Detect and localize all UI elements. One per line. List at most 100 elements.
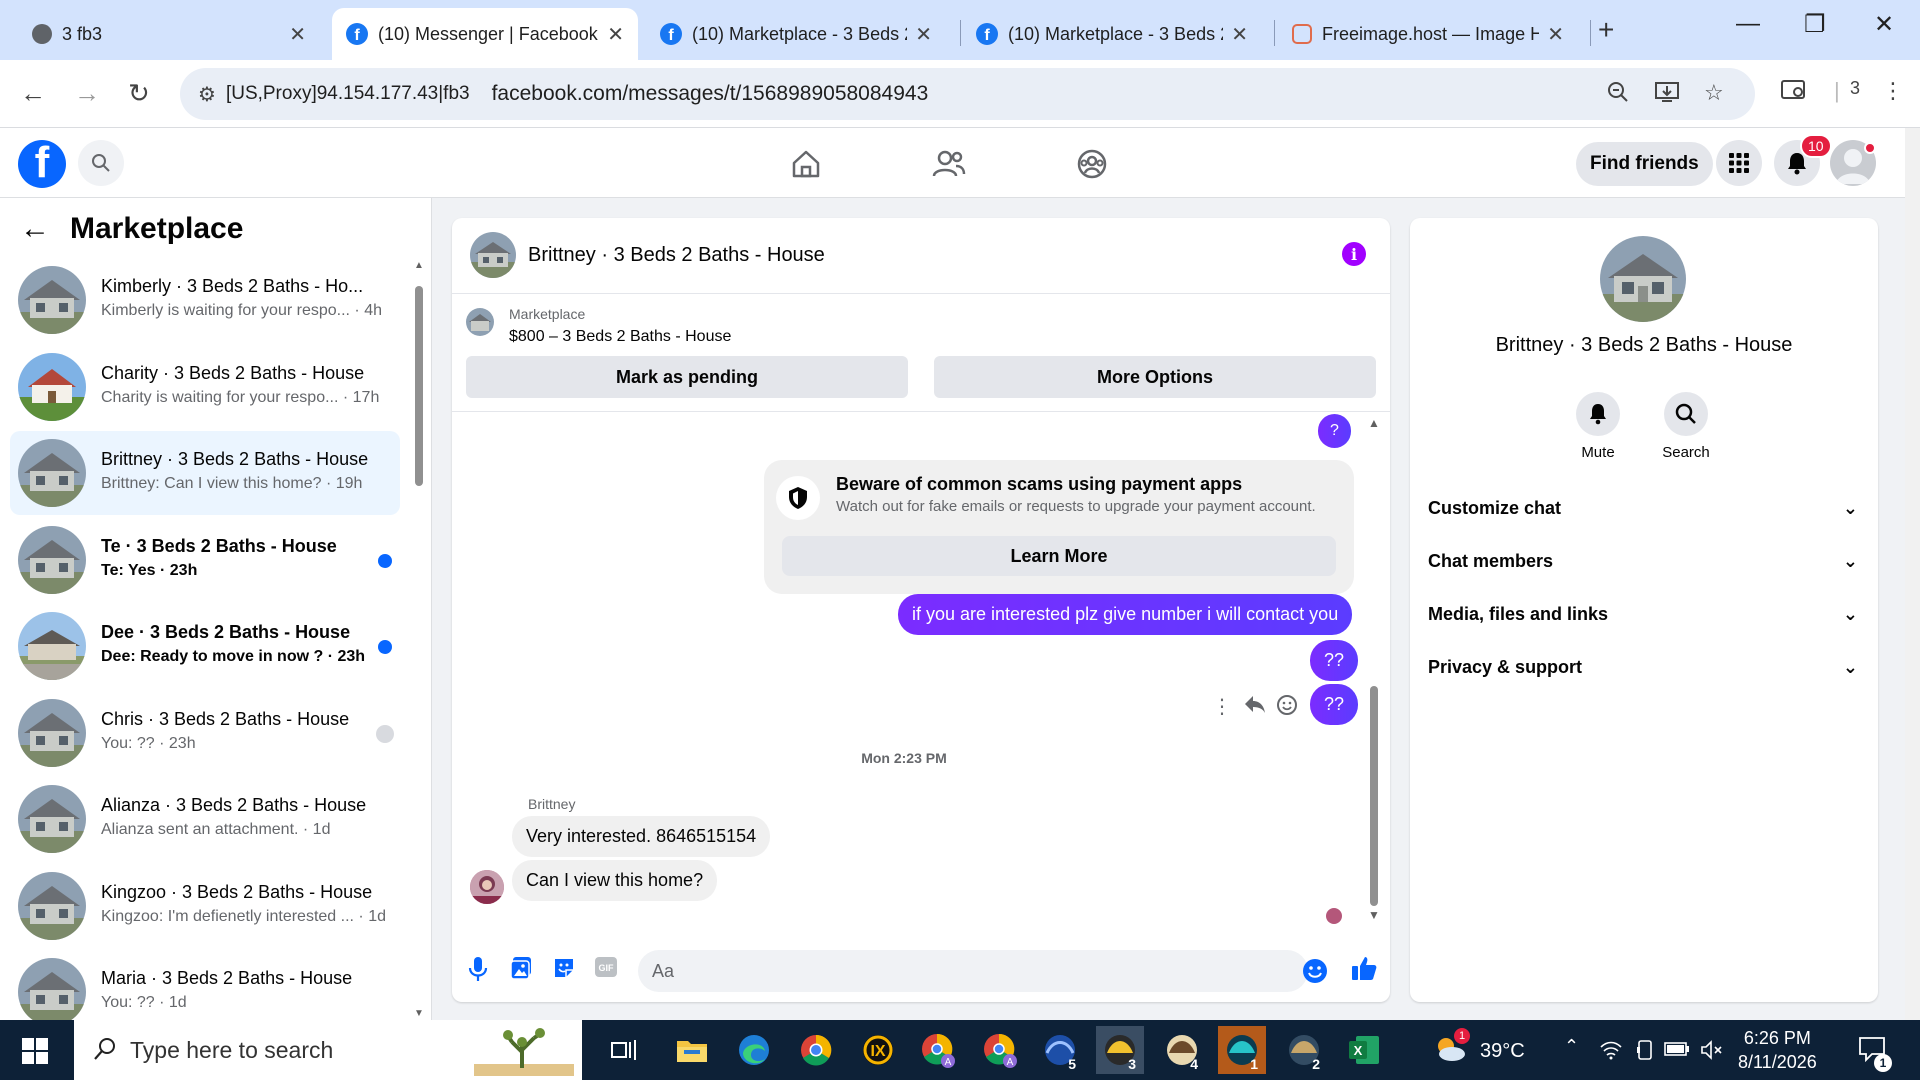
conversation-item[interactable]: Brittney · 3 Beds 2 Baths - House Brittne…: [10, 431, 400, 515]
tab-search-icon[interactable]: [1780, 78, 1808, 108]
chrome-profile-icon[interactable]: A: [976, 1026, 1024, 1074]
browser-tab[interactable]: f (10) Marketplace - 3 Beds 2 ✕: [646, 8, 946, 60]
house-photo[interactable]: [1600, 236, 1686, 322]
back-icon[interactable]: ←: [20, 78, 46, 109]
battery-icon[interactable]: [1664, 1040, 1690, 1061]
mute-action[interactable]: Mute: [1558, 392, 1638, 461]
sticker-icon[interactable]: [552, 956, 576, 985]
browser-profile-icon[interactable]: 2: [1280, 1026, 1328, 1074]
browser-profile-icon[interactable]: 5: [1036, 1026, 1084, 1074]
page-scrollbar[interactable]: [1905, 128, 1920, 1020]
close-icon[interactable]: ✕: [1547, 22, 1564, 47]
thumbs-up-icon[interactable]: [1350, 954, 1378, 987]
profile-count[interactable]: 3: [1850, 78, 1860, 99]
browser-menu-icon[interactable]: ⋮: [1882, 78, 1904, 104]
site-settings-icon[interactable]: ⚙: [198, 82, 216, 107]
scroll-up-arrow-icon[interactable]: ▲: [414, 260, 424, 271]
browser-profile-icon[interactable]: 4: [1158, 1026, 1206, 1074]
task-view-icon[interactable]: [600, 1026, 648, 1074]
react-emoji-icon[interactable]: [1276, 694, 1298, 722]
new-tab-button[interactable]: +: [1598, 14, 1614, 46]
excel-icon[interactable]: X: [1340, 1026, 1388, 1074]
conversation-item[interactable]: Kimberly · 3 Beds 2 Baths - Ho... Kimberl…: [10, 258, 400, 342]
sender-avatar[interactable]: [470, 870, 504, 904]
bookmark-star-icon[interactable]: ☆: [1704, 80, 1724, 106]
outgoing-message[interactable]: if you are interested plz give number i …: [898, 594, 1353, 635]
conversation-info-icon[interactable]: i: [1342, 242, 1366, 266]
browser-tab[interactable]: f (10) Marketplace - 3 Beds 2 ✕: [962, 8, 1262, 60]
outgoing-message[interactable]: ??: [1310, 684, 1359, 725]
conversation-item[interactable]: Alianza · 3 Beds 2 Baths - House Alianza …: [10, 777, 400, 861]
minimize-button[interactable]: —: [1736, 10, 1760, 38]
incoming-message[interactable]: Very interested. 8646515154: [512, 816, 771, 857]
outgoing-message[interactable]: ??: [1310, 640, 1359, 681]
listing-title[interactable]: $800 – 3 Beds 2 Baths - House: [509, 328, 731, 346]
close-icon[interactable]: ✕: [1231, 22, 1248, 47]
close-icon[interactable]: ✕: [915, 22, 932, 47]
learn-more-button[interactable]: Learn More: [782, 536, 1336, 576]
zoom-icon[interactable]: [1606, 80, 1630, 110]
emoji-icon[interactable]: [1302, 958, 1328, 989]
conversation-item[interactable]: Te · 3 Beds 2 Baths - House Te: Yes · 23h: [10, 518, 400, 602]
incoming-message[interactable]: Can I view this home?: [512, 860, 718, 901]
taskbar-search-box[interactable]: Type here to search: [74, 1020, 582, 1080]
customize-chat-row[interactable]: Customize chat ⌄: [1428, 488, 1858, 528]
reload-icon[interactable]: ↻: [128, 78, 150, 109]
forward-icon[interactable]: →: [74, 78, 100, 109]
back-arrow-icon[interactable]: ←: [20, 212, 50, 246]
friends-icon[interactable]: [932, 148, 966, 185]
chat-members-row[interactable]: Chat members ⌄: [1428, 541, 1858, 581]
restore-button[interactable]: ❐: [1804, 10, 1826, 39]
photo-icon[interactable]: [510, 956, 532, 985]
address-bar[interactable]: ⚙ [US,Proxy]94.154.177.43|fb3 facebook.c…: [180, 68, 1755, 120]
menu-button[interactable]: [1716, 140, 1762, 186]
more-options-button[interactable]: More Options: [934, 356, 1376, 398]
privacy-support-row[interactable]: Privacy & support ⌄: [1428, 647, 1858, 687]
close-window-button[interactable]: ✕: [1874, 10, 1894, 39]
reply-icon[interactable]: [1244, 694, 1266, 720]
windows-start-icon[interactable]: [22, 1038, 48, 1064]
browser-profile-icon[interactable]: 3: [1096, 1026, 1144, 1074]
home-icon[interactable]: [790, 148, 822, 185]
device-icon[interactable]: [1636, 1040, 1654, 1065]
house-thumbnail[interactable]: [470, 232, 516, 278]
chrome-icon[interactable]: [792, 1026, 840, 1074]
close-icon[interactable]: ✕: [607, 22, 624, 47]
find-friends-button[interactable]: Find friends: [1576, 142, 1713, 186]
chat-scroll-up-icon[interactable]: ▲: [1368, 416, 1380, 430]
sidebar-scroll-thumb[interactable]: [415, 286, 423, 486]
listing-thumbnail[interactable]: [466, 308, 494, 336]
browser-tab[interactable]: 3 fb3 ✕: [18, 8, 320, 60]
wifi-icon[interactable]: [1600, 1040, 1622, 1065]
taskbar-clock[interactable]: 6:26 PM 8/11/2026: [1738, 1026, 1817, 1074]
weather-temp[interactable]: 39°C: [1480, 1040, 1525, 1063]
conversation-item[interactable]: Dee · 3 Beds 2 Baths - House Dee: Ready t…: [10, 604, 400, 688]
chrome-profile-icon[interactable]: A: [914, 1026, 962, 1074]
mark-as-pending-button[interactable]: Mark as pending: [466, 356, 908, 398]
groups-icon[interactable]: [1076, 148, 1108, 185]
gif-icon[interactable]: GIF: [594, 956, 618, 983]
volume-muted-icon[interactable]: [1700, 1040, 1724, 1065]
browser-profile-icon[interactable]: 1: [1218, 1026, 1266, 1074]
chevron-up-icon[interactable]: ⌃: [1564, 1036, 1579, 1057]
chat-scroll-down-icon[interactable]: ▼: [1368, 908, 1380, 922]
fb-search-button[interactable]: [78, 140, 124, 186]
edge-icon[interactable]: [730, 1026, 778, 1074]
file-explorer-icon[interactable]: [668, 1026, 716, 1074]
microphone-icon[interactable]: [468, 956, 488, 987]
browser-tab[interactable]: Freeimage.host — Image Ho ✕: [1278, 8, 1578, 60]
browser-tab-active[interactable]: f (10) Messenger | Facebook ✕: [332, 8, 638, 60]
more-actions-icon[interactable]: ⋮: [1212, 694, 1232, 719]
close-icon[interactable]: ✕: [289, 22, 306, 47]
scroll-down-arrow-icon[interactable]: ▼: [414, 1008, 424, 1019]
media-files-links-row[interactable]: Media, files and links ⌄: [1428, 594, 1858, 634]
conversation-item[interactable]: Kingzoo · 3 Beds 2 Baths - House Kingzoo:…: [10, 864, 400, 948]
facebook-logo-icon[interactable]: f: [18, 140, 66, 188]
url-text[interactable]: facebook.com/messages/t/1568989058084943: [492, 82, 929, 106]
message-input[interactable]: Aa: [638, 950, 1308, 992]
ixbrowser-icon[interactable]: IX: [854, 1026, 902, 1074]
search-action[interactable]: Search: [1646, 392, 1726, 461]
install-app-icon[interactable]: [1654, 80, 1680, 110]
conversation-item[interactable]: Charity · 3 Beds 2 Baths - House Charity …: [10, 345, 400, 429]
chat-title[interactable]: Brittney · 3 Beds 2 Baths - House: [528, 244, 825, 267]
